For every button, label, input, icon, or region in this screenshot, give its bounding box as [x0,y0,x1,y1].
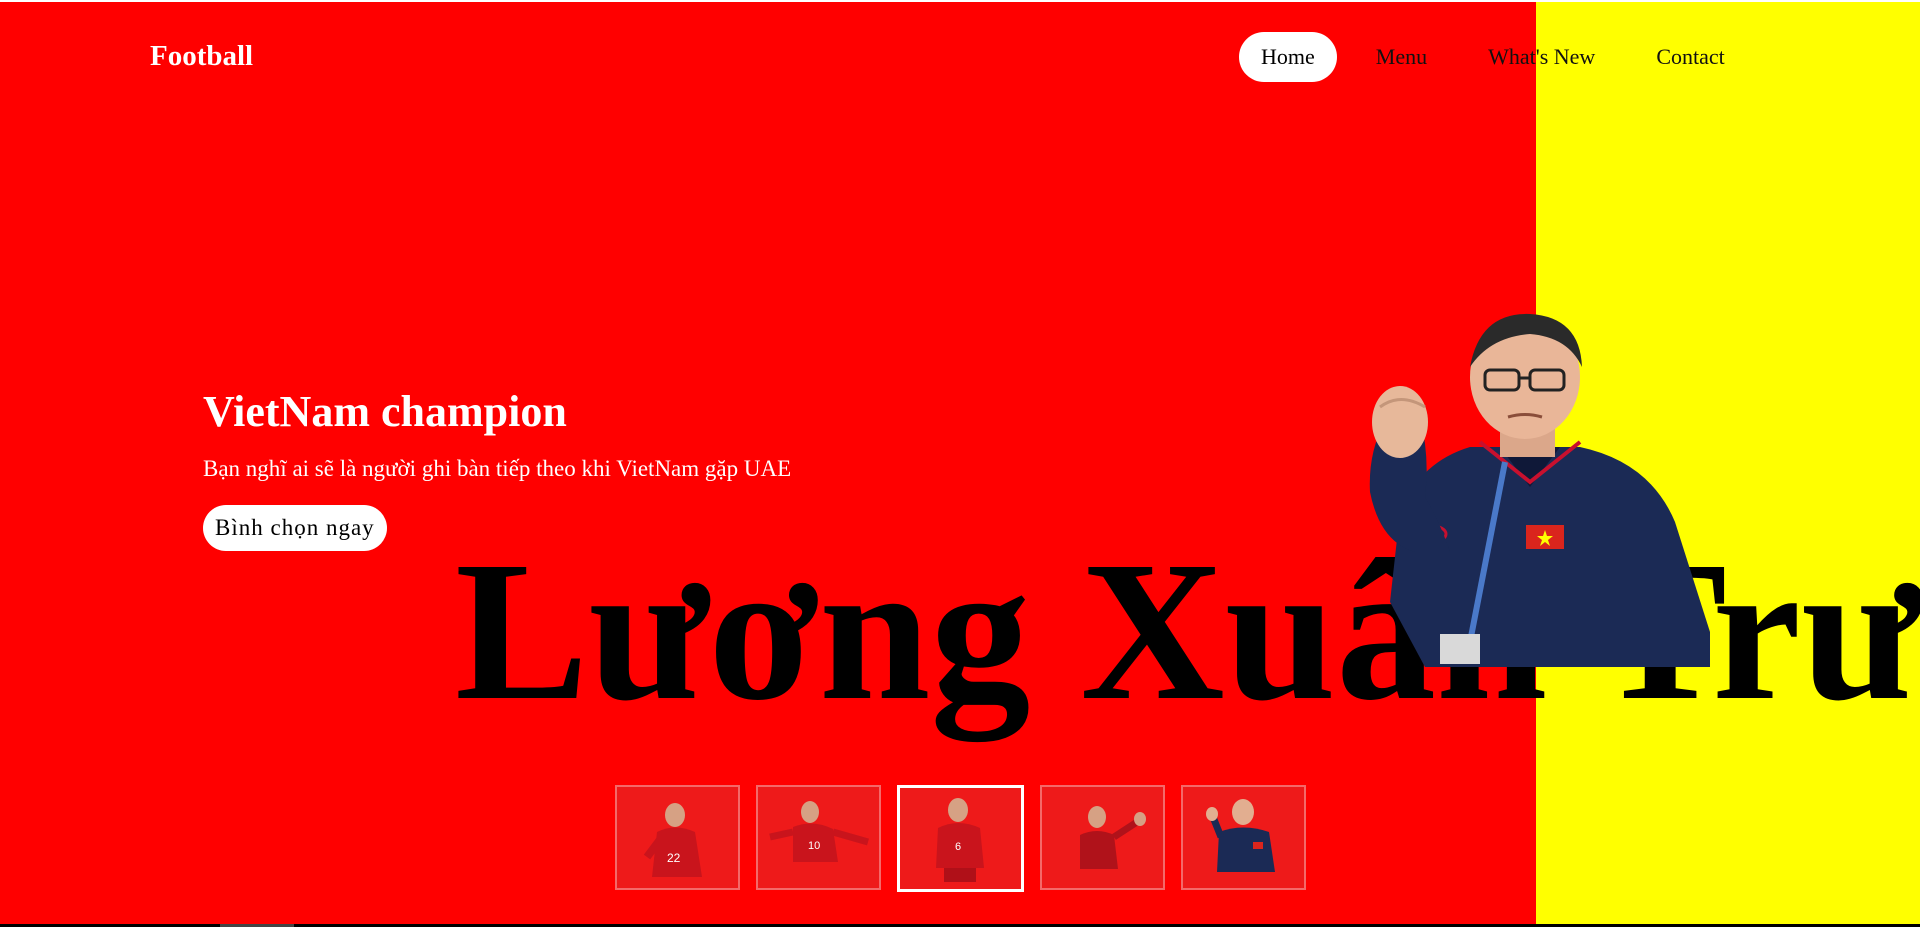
player-thumbnail-2[interactable]: 10 [756,785,881,890]
player-thumbnail-4[interactable] [1040,785,1165,890]
hero-subtitle: Bạn nghĩ ai sẽ là người ghi bàn tiếp the… [203,456,792,481]
hero-section: Football Home Menu What's New Contact Lư… [0,2,1920,926]
player-thumbnail-strip: 22 10 6 [615,785,1322,892]
main-nav: Home Menu What's New Contact [1239,32,1764,82]
vote-now-button[interactable]: Bình chọn ngay [203,505,387,551]
thumb-shirt-number-2: 10 [808,840,820,852]
player-thumbnail-1[interactable]: 22 [615,785,740,890]
nav-item-home[interactable]: Home [1239,32,1337,82]
coach-photo [1369,313,1710,667]
hero-title: VietNam champion [203,387,567,436]
nav-item-menu[interactable]: Menu [1354,32,1449,82]
player-thumbnail-3[interactable]: 6 [897,785,1024,892]
thumb-shirt-number-3: 6 [955,841,961,853]
nav-item-whats-new[interactable]: What's New [1466,32,1617,82]
thumb-shirt-number-1: 22 [667,851,681,865]
player-thumbnail-5[interactable] [1181,785,1306,890]
site-logo[interactable]: Football [150,40,253,73]
nav-item-contact[interactable]: Contact [1634,32,1746,82]
